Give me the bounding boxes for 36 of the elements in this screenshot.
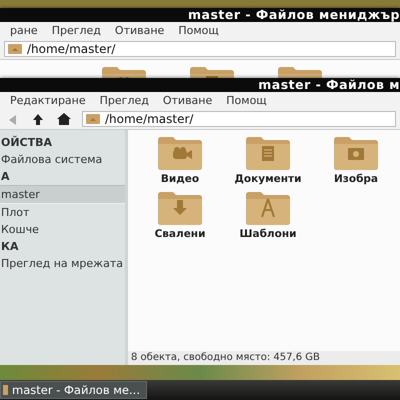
sidebar-header: ОЙСТВА	[0, 134, 54, 151]
folder-name[interactable]: Видео	[160, 173, 200, 185]
menu-item[interactable]: Помощ	[226, 94, 267, 107]
sidebar-item[interactable]: Плот	[0, 204, 125, 221]
folder-icon	[86, 114, 100, 124]
window-title: master - Файлов мениджър	[0, 8, 400, 22]
menu-item[interactable]: Отиване	[162, 94, 212, 107]
folder-icon	[3, 385, 8, 395]
folder-icon	[244, 136, 292, 170]
sidebar-item[interactable]: Кошче	[0, 221, 125, 238]
folder-icon	[156, 191, 204, 225]
menu-item[interactable]: Преглед	[100, 94, 149, 107]
location-field[interactable]: /home/master/	[82, 111, 396, 127]
folder-icon	[244, 191, 292, 225]
folder-icon	[332, 136, 380, 170]
folder-name[interactable]: Шаблони	[240, 228, 296, 240]
menu-item[interactable]: Помощ	[178, 24, 219, 37]
home-icon[interactable]	[56, 111, 72, 127]
folder-name[interactable]: Свалени	[154, 228, 206, 240]
menu-item[interactable]: ране	[10, 24, 38, 37]
status-bar: 8 обекта, свободно място: 457,6 GB	[128, 351, 400, 365]
menu-item[interactable]: Преглед	[52, 24, 101, 37]
sidebar-item[interactable]: Файлова система	[0, 151, 125, 168]
folder-name[interactable]: Документи	[234, 173, 302, 185]
sidebar-item[interactable]: master	[0, 185, 125, 204]
folder-name[interactable]: Изобра	[334, 173, 378, 185]
sidebar-item[interactable]: Преглед на мрежата	[0, 255, 125, 272]
menu-item[interactable]: Отиване	[114, 24, 164, 37]
folder-icon	[8, 44, 22, 54]
window-title: master - Файлов м	[0, 78, 400, 92]
sidebar-header: А	[0, 169, 11, 185]
sidebar-header: КА	[0, 239, 20, 255]
location-field[interactable]: /home/master/	[4, 41, 396, 57]
folder-icon	[156, 136, 204, 170]
menu-item[interactable]: Редактиране	[10, 94, 86, 107]
taskbar-button[interactable]: master - Файлов ме...	[0, 381, 147, 399]
